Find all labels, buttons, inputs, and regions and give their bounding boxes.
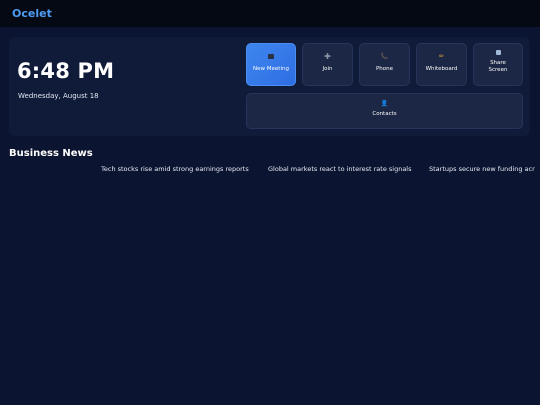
whiteboard-label: Whiteboard [425, 66, 458, 72]
new-meeting-label: New Meeting [253, 66, 289, 72]
phone-button[interactable]: 📞 Phone [359, 43, 410, 86]
video-camera-icon [268, 54, 274, 59]
plus-icon: ✚ [324, 52, 331, 61]
contacts-label: Contacts [372, 111, 397, 117]
news-headline[interactable]: Tech stocks rise amid strong earnings re… [101, 165, 249, 173]
clock-time: 6:48 PM [17, 59, 115, 83]
app-title: Ocelet [12, 7, 52, 20]
share-screen-icon [495, 50, 501, 55]
news-headline[interactable]: Startups secure new funding acr [429, 165, 535, 173]
share-screen-label: Share Screen [488, 60, 508, 73]
top-bar: Ocelet [0, 0, 540, 27]
phone-icon: 📞 [380, 53, 389, 60]
contacts-button[interactable]: 👤 Contacts [246, 93, 523, 129]
share-screen-button[interactable]: Share Screen [473, 43, 523, 86]
join-button[interactable]: ✚ Join [302, 43, 353, 86]
news-headline[interactable]: Global markets react to interest rate si… [268, 165, 412, 173]
news-ticker: Tech stocks rise amid strong earnings re… [0, 164, 540, 176]
contacts-icon: 👤 [380, 100, 389, 107]
clock-date: Wednesday, August 18 [18, 92, 99, 100]
pencil-icon: ✏ [438, 53, 445, 60]
news-section-title: Business News [9, 148, 93, 159]
phone-label: Phone [375, 66, 394, 72]
join-label: Join [322, 66, 333, 72]
new-meeting-button[interactable]: New Meeting [246, 43, 296, 86]
whiteboard-button[interactable]: ✏ Whiteboard [416, 43, 467, 86]
